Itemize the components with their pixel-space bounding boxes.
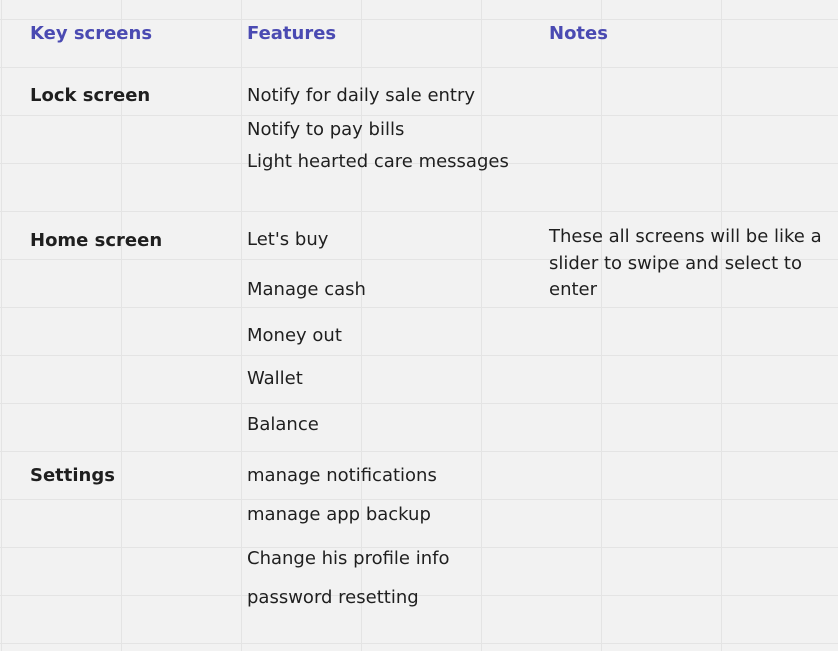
feature-item: Manage cash [247, 279, 366, 300]
header-notes: Notes [549, 23, 608, 44]
header-key-screens: Key screens [30, 23, 153, 44]
screen-settings: Settings [30, 465, 115, 486]
feature-item: manage app backup [247, 504, 431, 525]
feature-item: Balance [247, 414, 319, 435]
feature-item: password resetting [247, 587, 419, 608]
screen-lock: Lock screen [30, 85, 151, 106]
feature-item: Light hearted care messages [247, 151, 509, 172]
screen-home: Home screen [30, 230, 163, 251]
feature-item: Notify to pay bills [247, 119, 405, 140]
feature-item: Money out [247, 325, 342, 346]
note-home-screen: These all screens will be like a slider … [549, 226, 822, 300]
feature-item: manage notifications [247, 465, 437, 486]
feature-item: Let's buy [247, 229, 329, 250]
feature-item: Notify for daily sale entry [247, 85, 476, 106]
header-features: Features [247, 23, 337, 44]
feature-item: Change his profile info [247, 548, 450, 569]
feature-item: Wallet [247, 368, 303, 389]
